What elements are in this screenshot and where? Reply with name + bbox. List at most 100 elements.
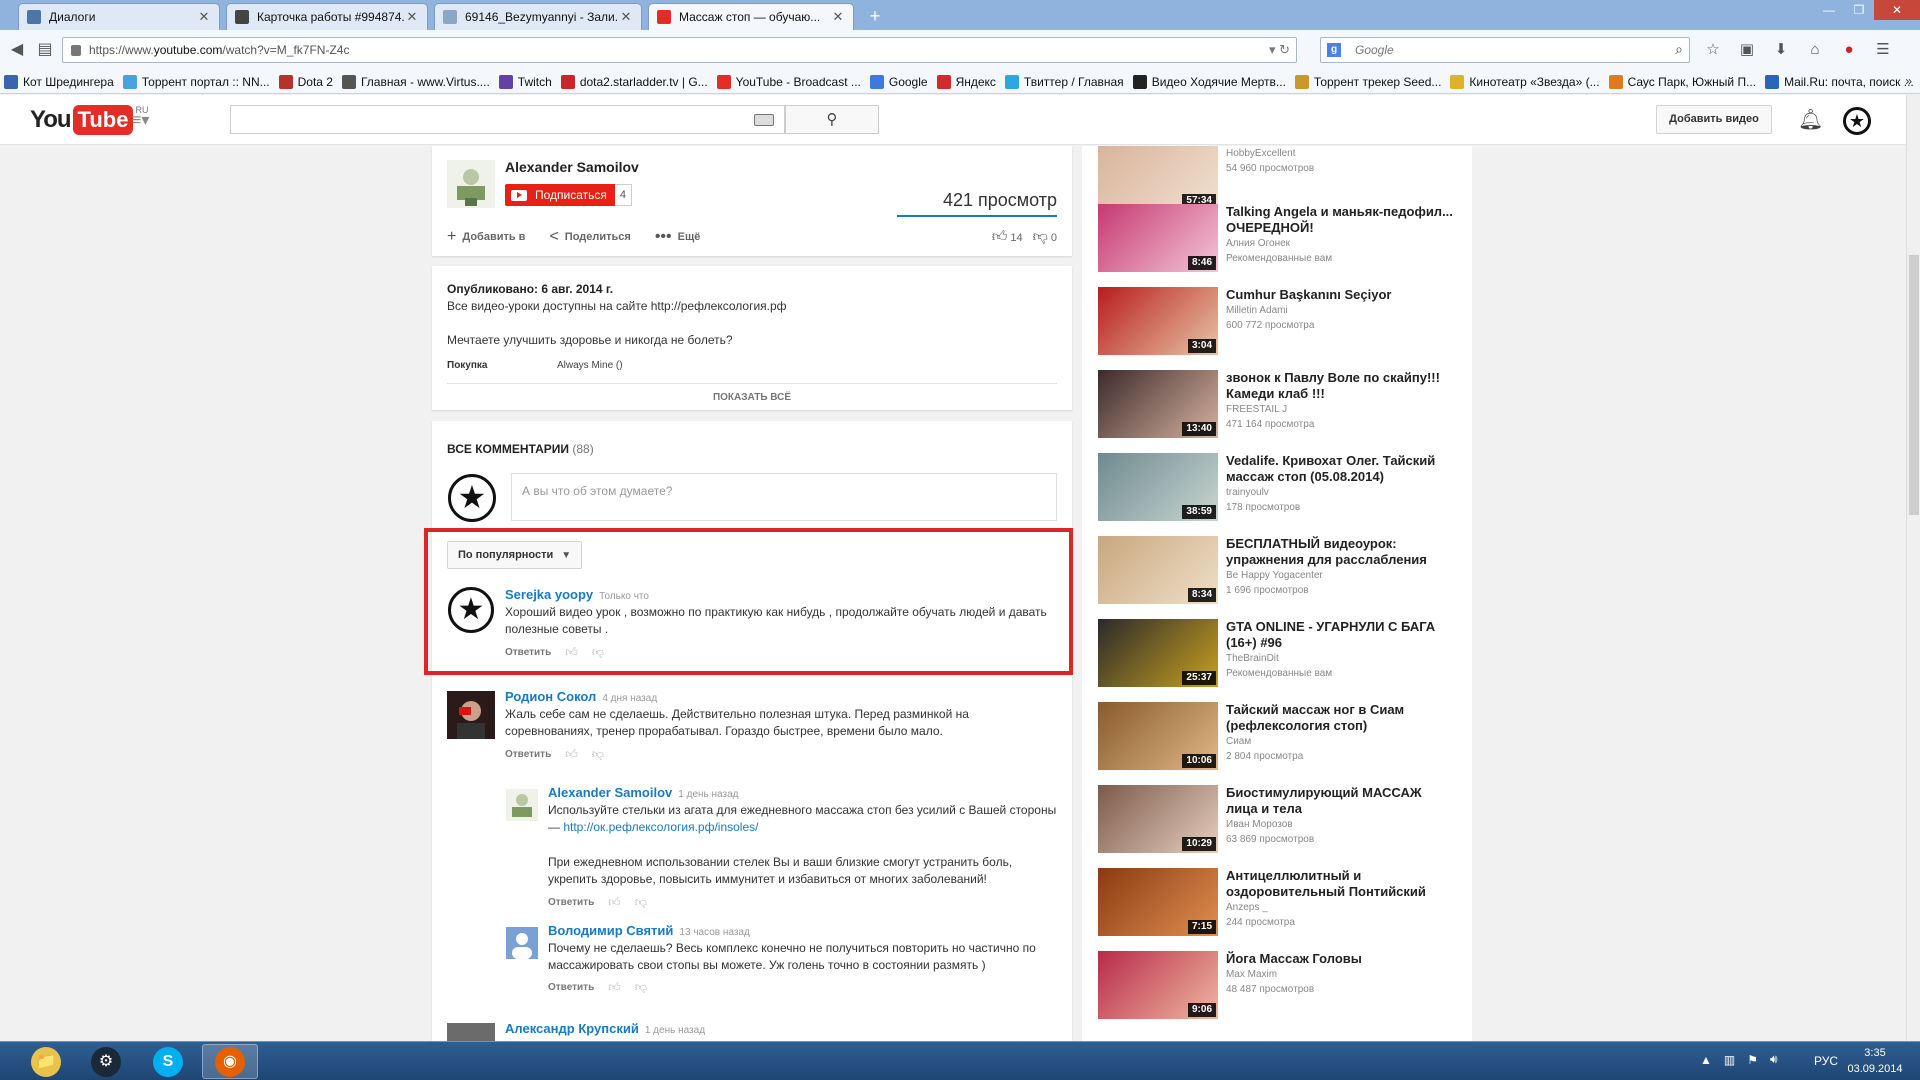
- bookmark-item[interactable]: Твиттер / Главная: [1004, 74, 1124, 89]
- owner-avatar[interactable]: [447, 160, 495, 208]
- bookmarks-overflow-button[interactable]: »: [1905, 74, 1912, 88]
- thumbs-up-icon[interactable]: 👍︎: [608, 895, 621, 910]
- video-title[interactable]: БЕСПЛАТНЫЙ видеоурок: упражнения для рас…: [1226, 536, 1456, 568]
- search-icon[interactable]: ⌕: [1675, 41, 1683, 58]
- bookmark-item[interactable]: Dota 2: [278, 74, 333, 89]
- video-title[interactable]: Йога Массаж Головы: [1226, 951, 1456, 967]
- bookmark-item[interactable]: Яндекс: [936, 74, 996, 89]
- tab-dialogs[interactable]: Диалоги ✕: [18, 3, 220, 30]
- reply-button[interactable]: Ответить: [548, 982, 594, 993]
- reply-button[interactable]: Ответить: [548, 897, 594, 908]
- bookmark-item[interactable]: Торрент трекер Seed...: [1294, 74, 1441, 89]
- reply-link[interactable]: http://ок.рефлексология.рф/insoles/: [563, 820, 758, 834]
- bookmark-item[interactable]: Google: [869, 74, 928, 89]
- video-thumbnail[interactable]: 25:37: [1098, 619, 1218, 687]
- close-icon[interactable]: ✕: [197, 9, 211, 25]
- window-close-icon[interactable]: ✕: [1874, 0, 1920, 20]
- tab-youtube-video[interactable]: Массаж стоп — обучаю... ✕: [648, 3, 854, 30]
- taskbar-app-skype[interactable]: S: [140, 1044, 196, 1079]
- related-video-item[interactable]: 3:04 Cumhur Başkanını Seçiyor Milletin Ada…: [1098, 287, 1463, 357]
- youtube-search-input[interactable]: [230, 105, 785, 134]
- youtube-search-button[interactable]: ⚲: [785, 105, 879, 134]
- thumbs-up-icon[interactable]: 👍︎: [608, 980, 621, 995]
- video-thumbnail[interactable]: 10:29: [1098, 785, 1218, 853]
- bookmark-item[interactable]: Кот Шредингера: [4, 74, 114, 89]
- bookmark-item[interactable]: Кинотеатр «Звезда» (...: [1450, 74, 1600, 89]
- reload-icon[interactable]: ▾ ↻: [1269, 42, 1290, 58]
- video-thumbnail[interactable]: 38:59: [1098, 453, 1218, 521]
- related-video-item[interactable]: 7:15 Антицеллюлитный и оздоровительный По…: [1098, 868, 1463, 938]
- close-icon[interactable]: ✕: [619, 9, 633, 25]
- close-icon[interactable]: ✕: [831, 9, 845, 25]
- comment-author[interactable]: Александр Крупский: [505, 1021, 639, 1036]
- flag-icon[interactable]: ⚑: [1747, 1053, 1758, 1067]
- video-title[interactable]: звонок к Павлу Воле по скайпу!!! Камеди …: [1226, 370, 1456, 402]
- tray-arrow-icon[interactable]: ▲: [1700, 1053, 1712, 1067]
- more-button[interactable]: ••• Ещё: [655, 228, 701, 246]
- video-thumbnail[interactable]: 57:34: [1098, 146, 1218, 210]
- network-icon[interactable]: ▥: [1724, 1053, 1735, 1067]
- video-thumbnail[interactable]: 8:46: [1098, 204, 1218, 272]
- minimize-icon[interactable]: —: [1814, 0, 1844, 20]
- related-video-item[interactable]: 13:40 звонок к Павлу Воле по скайпу!!! Ка…: [1098, 370, 1463, 440]
- video-thumbnail[interactable]: 9:06: [1098, 951, 1218, 1019]
- like-button[interactable]: 👍︎ 14: [992, 228, 1023, 246]
- related-video-item[interactable]: 8:46 Talking Angela и маньяк-педофил... О…: [1098, 204, 1463, 274]
- user-avatar[interactable]: [1843, 107, 1871, 135]
- video-thumbnail[interactable]: 10:06: [1098, 702, 1218, 770]
- video-thumbnail[interactable]: 13:40: [1098, 370, 1218, 438]
- related-video-item[interactable]: 9:06 Йога Массаж Головы Max Maxim 48 487 пр…: [1098, 951, 1463, 1021]
- browser-search-box[interactable]: g Google ⌕: [1320, 37, 1690, 63]
- related-video-item[interactable]: 10:29 Биостимулирующий МАССАЖ лица и тела…: [1098, 785, 1463, 855]
- add-to-button[interactable]: + Добавить в: [447, 228, 525, 246]
- video-title[interactable]: Антицеллюлитный и оздоровительный Понтий…: [1226, 868, 1456, 900]
- bookmark-item[interactable]: dota2.starladder.tv | G...: [560, 74, 708, 89]
- notification-bell-icon[interactable]: 🔔︎: [1798, 107, 1823, 132]
- page-menu-icon[interactable]: ▤: [34, 39, 56, 61]
- comment-author[interactable]: Alexander Samoilov: [548, 785, 672, 800]
- video-title[interactable]: Talking Angela и маньяк-педофил... ОЧЕРЕ…: [1226, 204, 1456, 236]
- bookmark-item[interactable]: Саус Парк, Южный П...: [1608, 74, 1756, 89]
- bookmark-item[interactable]: Видео Ходячие Мертв...: [1132, 74, 1286, 89]
- tab-image-upload[interactable]: 69146_Bezymyannyi - Зали... ✕: [434, 3, 642, 30]
- video-title[interactable]: Биостимулирующий МАССАЖ лица и тела: [1226, 785, 1456, 817]
- menu-icon[interactable]: ☰: [1870, 38, 1896, 62]
- taskbar-app-firefox[interactable]: ◉: [202, 1044, 258, 1079]
- taskbar-app-explorer[interactable]: 📁: [18, 1044, 74, 1079]
- guide-menu-icon[interactable]: ≡▾: [132, 110, 149, 130]
- keyboard-icon[interactable]: [754, 114, 774, 126]
- back-icon[interactable]: ◀: [6, 39, 28, 61]
- video-title[interactable]: Cumhur Başkanını Seçiyor: [1226, 287, 1456, 303]
- share-button[interactable]: < Поделиться: [549, 228, 630, 246]
- comment-input[interactable]: А вы что об этом думаете?: [511, 473, 1057, 521]
- bookmark-item[interactable]: YouTube - Broadcast ...: [716, 74, 861, 89]
- thumbs-down-icon[interactable]: 👎︎: [592, 747, 604, 762]
- video-title[interactable]: Vedalife. Кривохат Олег. Тайский массаж …: [1226, 453, 1456, 485]
- comment-time[interactable]: 1 день назад: [678, 789, 738, 800]
- thumbs-down-icon[interactable]: 👎︎: [635, 895, 647, 910]
- star-icon[interactable]: ☆: [1700, 38, 1726, 62]
- video-title[interactable]: GTA ONLINE - УГАРНУЛИ С БАГА (16+) #96: [1226, 619, 1456, 651]
- subscribe-button[interactable]: Подписаться 4: [505, 184, 633, 206]
- volume-icon[interactable]: 🔊︎: [1770, 1052, 1778, 1067]
- video-title[interactable]: Тайский массаж ног в Сиам (рефлексология…: [1226, 702, 1456, 734]
- related-video-item[interactable]: 38:59 Vedalife. Кривохат Олег. Тайский ма…: [1098, 453, 1463, 523]
- video-thumbnail[interactable]: 7:15: [1098, 868, 1218, 936]
- thumbs-up-icon[interactable]: 👍︎: [565, 747, 578, 762]
- tab-work-card[interactable]: Карточка работы #994874... ✕: [226, 3, 428, 30]
- bookmark-item[interactable]: Главная - www.Virtus....: [341, 74, 490, 89]
- comment-avatar[interactable]: [447, 1023, 495, 1041]
- thumbs-down-icon[interactable]: 👎︎: [635, 980, 647, 995]
- new-tab-button[interactable]: +: [864, 5, 886, 27]
- video-thumbnail[interactable]: 3:04: [1098, 287, 1218, 355]
- comment-author[interactable]: Володимир Святий: [548, 923, 673, 938]
- owner-name[interactable]: Alexander Samoilov: [505, 159, 639, 175]
- subscribe-label[interactable]: Подписаться: [505, 184, 615, 206]
- comment-time[interactable]: 4 дня назад: [602, 693, 657, 704]
- video-thumbnail[interactable]: 8:34: [1098, 536, 1218, 604]
- comment-time[interactable]: 13 часов назад: [679, 927, 749, 938]
- comment-time[interactable]: 1 день назад: [645, 1025, 705, 1036]
- addon-icon[interactable]: ●: [1836, 38, 1862, 62]
- maximize-icon[interactable]: ❐: [1844, 0, 1874, 20]
- related-video-item[interactable]: 57:34 HobbyExcellent 54 960 просмотров: [1098, 146, 1463, 212]
